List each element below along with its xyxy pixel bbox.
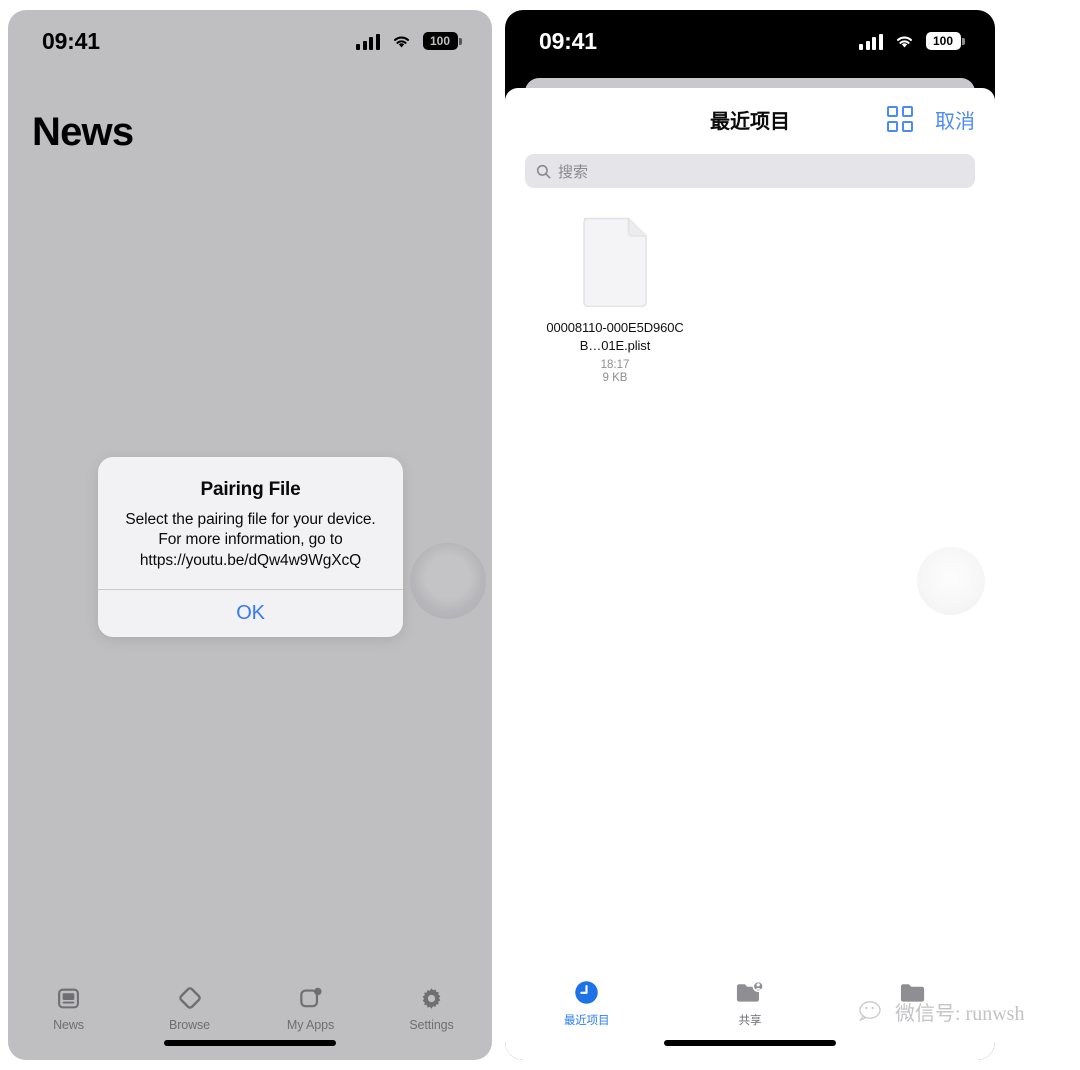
file-size: 9 KB — [602, 371, 628, 384]
home-indicator — [164, 1040, 336, 1046]
signal-bars-icon — [356, 33, 380, 50]
tab-my-apps[interactable]: My Apps — [250, 984, 371, 1032]
search-icon — [536, 164, 551, 178]
tab-label: My Apps — [286, 1018, 335, 1032]
my-apps-icon — [298, 984, 323, 1012]
status-bar-indicators: 100 — [356, 32, 462, 50]
touch-indicator-left — [410, 543, 486, 619]
tab-label: News — [53, 1018, 84, 1032]
tab-recents[interactable]: 最近项目 — [505, 978, 668, 1028]
file-time: 18:17 — [600, 358, 630, 371]
home-indicator — [664, 1040, 836, 1046]
sheet-nav-actions: 取消 — [887, 105, 975, 134]
file-item[interactable]: 00008110-000E5D960CB…01E.plist 18:17 9 K… — [545, 214, 685, 384]
watermark: 微信号: runwsh — [858, 997, 1024, 1026]
screenshot-stage: 09:41 100 News Pairing File Select the p… — [0, 0, 1080, 1070]
file-grid: 00008110-000E5D960CB…01E.plist 18:17 9 K… — [505, 188, 995, 384]
news-icon — [56, 984, 81, 1012]
touch-indicator-right — [917, 547, 985, 615]
left-status-bar: 09:41 100 — [8, 10, 492, 72]
alert-message: Select the pairing file for your device.… — [125, 511, 376, 569]
alert-body: Pairing File Select the pairing file for… — [98, 457, 403, 589]
page-title: News — [32, 110, 134, 154]
tab-label: Browse — [168, 1018, 211, 1032]
grid-view-icon[interactable] — [887, 106, 913, 132]
shared-folder-icon — [735, 978, 765, 1006]
battery-icon: 100 — [422, 32, 462, 50]
tab-shared[interactable]: 共享 — [668, 978, 831, 1028]
battery-level-text: 100 — [925, 32, 961, 50]
battery-tip — [962, 37, 965, 45]
document-icon — [579, 214, 651, 308]
status-bar-time: 09:41 — [539, 27, 597, 54]
sheet-nav-bar: 最近项目 取消 — [505, 88, 995, 150]
right-phone-screen: 09:41 100 最近项目 取消 搜索 00008110-000E5D960C… — [505, 10, 995, 1060]
tab-browse[interactable]: Browse — [129, 984, 250, 1032]
diamond-browse-icon — [177, 984, 203, 1012]
watermark-text: 微信号: runwsh — [895, 1003, 1025, 1025]
alert-ok-button[interactable]: OK — [98, 590, 403, 637]
battery-level-text: 100 — [422, 32, 458, 50]
wifi-icon — [896, 36, 912, 48]
search-placeholder: 搜索 — [558, 163, 589, 181]
signal-bars-icon — [859, 33, 883, 50]
clock-recents-icon — [573, 978, 600, 1006]
tab-label: 最近项目 — [563, 1015, 610, 1027]
tab-label: 共享 — [738, 1015, 762, 1027]
status-bar-indicators: 100 — [859, 32, 965, 50]
battery-tip — [459, 37, 462, 45]
left-phone-screen: 09:41 100 News Pairing File Select the p… — [8, 10, 492, 1060]
battery-icon: 100 — [925, 32, 965, 50]
tab-settings[interactable]: Settings — [371, 984, 492, 1032]
tab-news[interactable]: News — [8, 984, 129, 1032]
tab-label: Settings — [409, 1018, 454, 1032]
alert-title: Pairing File — [200, 479, 301, 500]
pairing-file-alert: Pairing File Select the pairing file for… — [98, 457, 403, 638]
wifi-icon — [393, 36, 409, 48]
search-input[interactable]: 搜索 — [525, 154, 975, 188]
right-status-bar: 09:41 100 — [505, 10, 995, 72]
wechat-icon — [858, 1000, 881, 1021]
left-tab-bar: News Browse My Apps Settings — [8, 972, 492, 1060]
status-bar-time: 09:41 — [42, 27, 100, 54]
file-name: 00008110-000E5D960CB…01E.plist — [546, 320, 684, 354]
cancel-button[interactable]: 取消 — [935, 105, 975, 134]
gear-icon — [419, 984, 444, 1012]
